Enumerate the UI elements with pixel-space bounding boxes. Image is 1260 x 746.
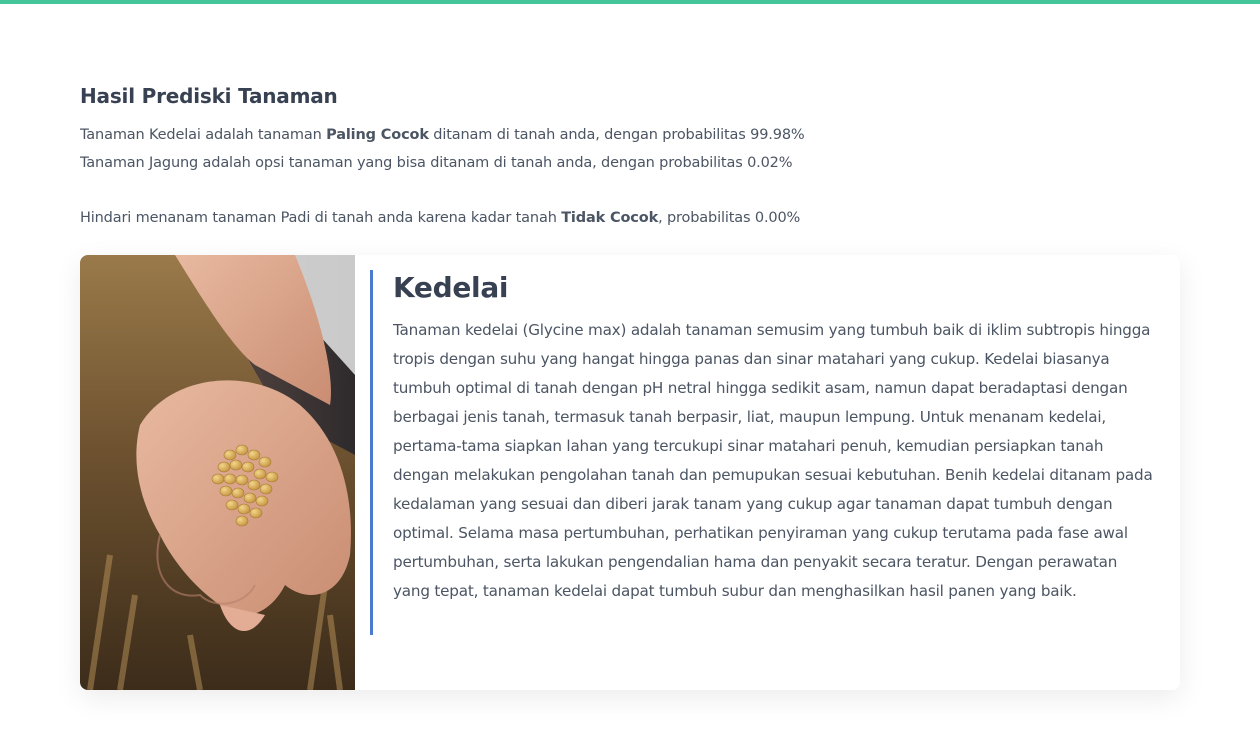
- best-crop-text-post: ditanam di tanah anda, dengan probabilit…: [428, 127, 805, 143]
- prediction-result: Hasil Prediski Tanaman Tanaman Kedelai a…: [80, 82, 1180, 232]
- result-lines: Tanaman Kedelai adalah tanaman Paling Co…: [80, 122, 1180, 232]
- top-accent-bar: [0, 0, 1260, 4]
- avoid-crop-label: Tidak Cocok: [561, 209, 659, 226]
- info-accent-bar: [370, 270, 373, 635]
- best-crop-text-pre: Tanaman Kedelai adalah tanaman: [80, 127, 327, 143]
- crop-description: Tanaman kedelai (Glycine max) adalah tan…: [393, 321, 1153, 600]
- avoid-crop-line: Hindari menanam tanaman Padi di tanah an…: [80, 205, 1180, 233]
- best-crop-line: Tanaman Kedelai adalah tanaman Paling Co…: [80, 122, 1180, 150]
- result-title: Hasil Prediski Tanaman: [80, 84, 338, 108]
- hand-holding-soybeans-icon: [80, 255, 355, 690]
- alternative-crop-line: Tanaman Jagung adalah opsi tanaman yang …: [80, 154, 793, 171]
- crop-info-card: Kedelai Tanaman kedelai (Glycine max) ad…: [80, 255, 1180, 690]
- avoid-crop-text-post: , probabilitas 0.00%: [658, 209, 801, 226]
- best-crop-label: Paling Cocok: [326, 127, 429, 143]
- crop-title: Kedelai: [393, 271, 509, 304]
- soybean-hand-photo: [80, 255, 355, 690]
- crop-info: Kedelai Tanaman kedelai (Glycine max) ad…: [355, 255, 1180, 690]
- info-content: Kedelai Tanaman kedelai (Glycine max) ad…: [393, 270, 1153, 606]
- avoid-crop-text-pre: Hindari menanam tanaman Padi di tanah an…: [80, 209, 562, 226]
